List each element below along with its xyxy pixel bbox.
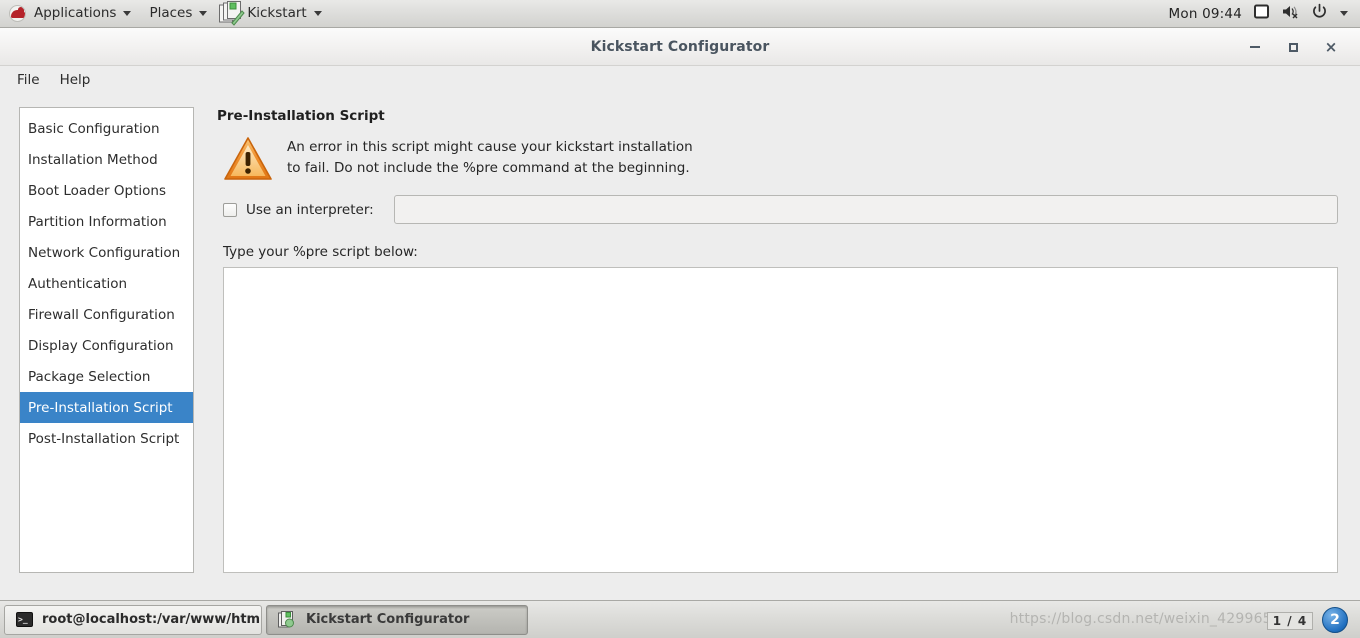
- sidebar-item-pre-installation-script[interactable]: Pre-Installation Script: [20, 392, 193, 423]
- sidebar-item-partition-information[interactable]: Partition Information: [20, 206, 193, 237]
- kickstart-menu-label: Kickstart: [247, 4, 307, 21]
- workspace-indicator[interactable]: 1 / 4: [1267, 612, 1313, 630]
- sidebar-item-boot-loader-options[interactable]: Boot Loader Options: [20, 175, 193, 206]
- script-label: Type your %pre script below:: [223, 244, 418, 260]
- sidebar-item-label: Pre-Installation Script: [28, 399, 173, 416]
- page-title: Pre-Installation Script: [217, 108, 385, 124]
- sidebar-item-firewall-configuration[interactable]: Firewall Configuration: [20, 299, 193, 330]
- places-menu-label: Places: [149, 4, 193, 21]
- chevron-down-icon: [123, 11, 132, 16]
- interpreter-input[interactable]: [393, 195, 1338, 224]
- clock[interactable]: Mon 09:44: [1169, 6, 1242, 22]
- sidebar-item-installation-method[interactable]: Installation Method: [20, 144, 193, 175]
- warning-text-line1: An error in this script might cause your…: [287, 139, 693, 155]
- sidebar-item-label: Display Configuration: [28, 337, 174, 354]
- window-controls: ×: [1244, 28, 1352, 66]
- redhat-logo-icon: [9, 5, 26, 22]
- warning-triangle-icon: [223, 136, 273, 182]
- sidebar-item-label: Installation Method: [28, 151, 158, 168]
- pre-script-textarea[interactable]: [223, 267, 1338, 573]
- workspace-badge[interactable]: 2: [1322, 607, 1348, 633]
- sidebar-item-label: Authentication: [28, 275, 128, 292]
- kickstart-app-icon: [218, 1, 246, 27]
- window-body: Basic Configuration Installation Method …: [0, 94, 1360, 600]
- kickstart-app-icon-svg: [219, 1, 246, 26]
- interpreter-row: Use an interpreter:: [223, 195, 1338, 224]
- power-icon[interactable]: [1311, 3, 1328, 24]
- sidebar-item-label: Package Selection: [28, 368, 151, 385]
- content-pane: Pre-Installation Script An error in this…: [217, 104, 1338, 582]
- taskbar-item-label: root@localhost:/var/www/html: [42, 612, 262, 627]
- chevron-down-icon: [313, 11, 322, 16]
- places-menu[interactable]: Places: [140, 0, 216, 27]
- sidebar-item-display-configuration[interactable]: Display Configuration: [20, 330, 193, 361]
- top-panel: Applications Places Kickstart Mon 09:44: [0, 0, 1360, 28]
- maximize-button[interactable]: [1282, 36, 1304, 58]
- panel-status-area: Mon 09:44: [1169, 3, 1360, 24]
- window-title: Kickstart Configurator: [590, 38, 770, 55]
- watermark-text: https://blog.csdn.net/weixin_42996506: [1009, 611, 1290, 627]
- chevron-down-icon[interactable]: [1340, 11, 1348, 16]
- sidebar-item-package-selection[interactable]: Package Selection: [20, 361, 193, 392]
- sidebar-item-basic-configuration[interactable]: Basic Configuration: [20, 113, 193, 144]
- taskbar-item-kickstart-configurator[interactable]: Kickstart Configurator: [266, 604, 528, 635]
- chevron-down-icon: [199, 11, 208, 16]
- sidebar-item-label: Post-Installation Script: [28, 430, 180, 447]
- sidebar-item-label: Partition Information: [28, 213, 167, 230]
- minimize-button[interactable]: [1244, 36, 1266, 58]
- warning-text: An error in this script might cause your…: [287, 134, 693, 179]
- sidebar-item-label: Boot Loader Options: [28, 182, 166, 199]
- kickstart-app-icon: [278, 610, 297, 629]
- section-list: Basic Configuration Installation Method …: [19, 107, 194, 573]
- applications-menu[interactable]: Applications: [0, 0, 140, 27]
- kickstart-menu[interactable]: Kickstart: [216, 0, 330, 27]
- terminal-icon: [16, 612, 33, 627]
- sidebar-item-network-configuration[interactable]: Network Configuration: [20, 237, 193, 268]
- warning-banner: An error in this script might cause your…: [223, 134, 1338, 182]
- use-interpreter-checkbox[interactable]: [223, 202, 237, 217]
- display-icon[interactable]: [1253, 3, 1270, 24]
- kickstart-configurator-window: Kickstart Configurator × File Help Basic…: [0, 28, 1360, 600]
- taskbar-item-terminal[interactable]: root@localhost:/var/www/html: [4, 604, 262, 635]
- menubar: File Help: [0, 66, 1360, 94]
- sidebar-item-authentication[interactable]: Authentication: [20, 268, 193, 299]
- menu-help[interactable]: Help: [51, 69, 100, 91]
- close-button[interactable]: ×: [1320, 36, 1342, 58]
- sidebar-item-label: Firewall Configuration: [28, 306, 175, 323]
- sidebar-item-label: Basic Configuration: [28, 120, 160, 137]
- taskbar-item-label: Kickstart Configurator: [306, 612, 470, 627]
- volume-muted-icon[interactable]: [1281, 3, 1300, 24]
- menu-file[interactable]: File: [8, 69, 49, 91]
- warning-text-line2: to fail. Do not include the %pre command…: [287, 160, 690, 176]
- window-titlebar: Kickstart Configurator ×: [0, 28, 1360, 66]
- sidebar-item-label: Network Configuration: [28, 244, 181, 261]
- use-interpreter-label: Use an interpreter:: [246, 201, 374, 218]
- applications-menu-label: Applications: [34, 4, 117, 21]
- sidebar-item-post-installation-script[interactable]: Post-Installation Script: [20, 423, 193, 454]
